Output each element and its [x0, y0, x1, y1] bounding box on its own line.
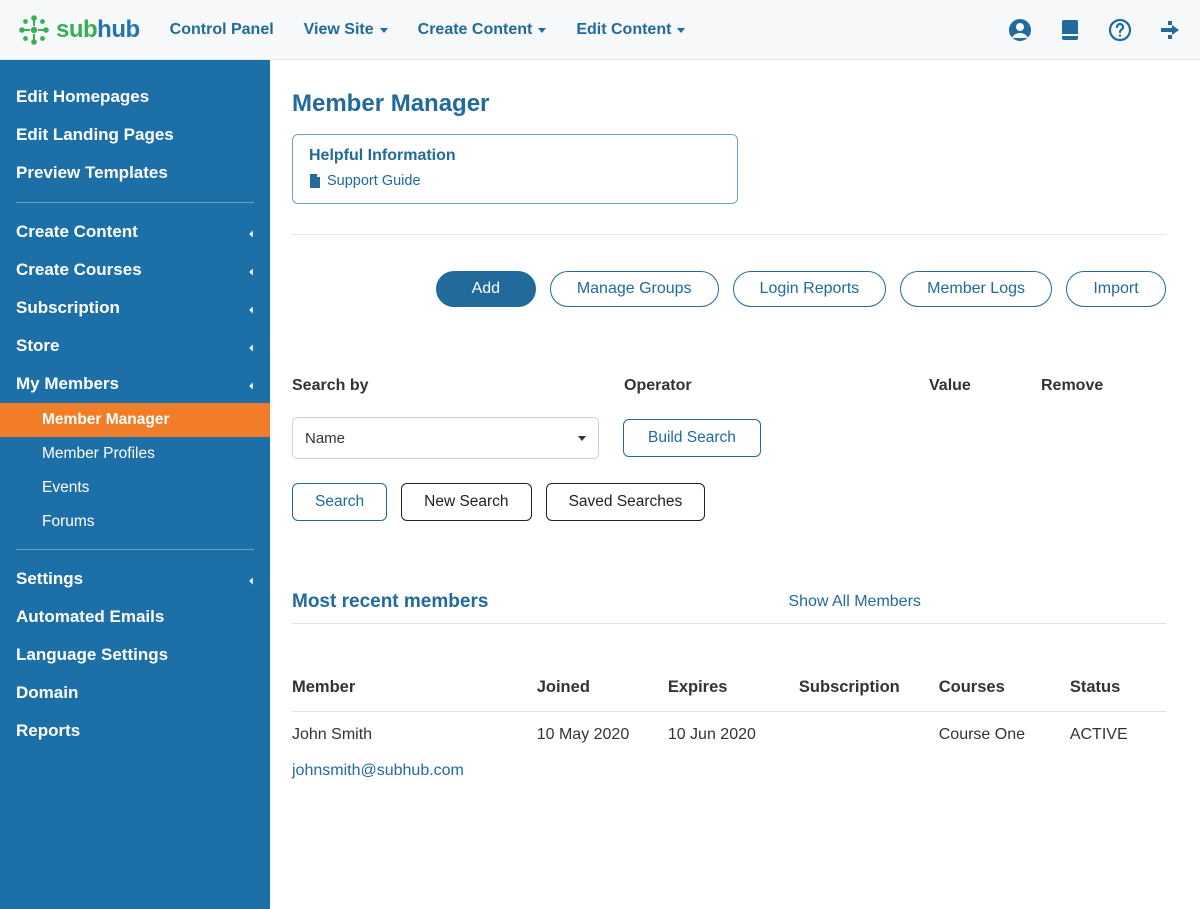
- logo-mark-icon: [18, 14, 50, 46]
- login-reports-button[interactable]: Login Reports: [733, 271, 887, 307]
- divider: [16, 549, 254, 550]
- sidebar-item-edit-landing-pages[interactable]: Edit Landing Pages: [0, 116, 270, 154]
- sidebar-item-create-courses[interactable]: Create Courses: [0, 251, 270, 289]
- help-icon[interactable]: [1108, 18, 1132, 42]
- sidebar-item-edit-homepages[interactable]: Edit Homepages: [0, 78, 270, 116]
- sidebar-subitem-member-profiles[interactable]: Member Profiles: [0, 437, 270, 471]
- logo[interactable]: subhub: [18, 14, 140, 46]
- new-search-button[interactable]: New Search: [401, 483, 531, 521]
- add-button[interactable]: Add: [436, 271, 536, 307]
- show-all-members-link[interactable]: Show All Members: [788, 593, 921, 611]
- cell-expires: 10 Jun 2020: [668, 712, 799, 795]
- nav-edit-content[interactable]: Edit Content: [576, 21, 685, 39]
- sidebar: Edit Homepages Edit Landing Pages Previe…: [0, 60, 270, 909]
- sidebar-item-language-settings[interactable]: Language Settings: [0, 636, 270, 674]
- chevron-left-icon: [244, 227, 254, 237]
- divider: [16, 202, 254, 203]
- sidebar-item-reports[interactable]: Reports: [0, 712, 270, 750]
- chevron-left-icon: [244, 574, 254, 584]
- nav-create-content[interactable]: Create Content: [418, 21, 547, 39]
- chevron-left-icon: [244, 379, 254, 389]
- main-content: Member Manager Helpful Information Suppo…: [270, 60, 1200, 909]
- logout-icon[interactable]: [1158, 18, 1182, 42]
- sidebar-item-settings[interactable]: Settings: [0, 560, 270, 598]
- member-logs-button[interactable]: Member Logs: [900, 271, 1052, 307]
- sidebar-subitem-member-manager[interactable]: Member Manager: [0, 403, 270, 437]
- saved-searches-button[interactable]: Saved Searches: [546, 483, 706, 521]
- select-value: Name: [305, 430, 345, 447]
- chevron-left-icon: [244, 341, 254, 351]
- recent-members-title: Most recent members: [292, 591, 488, 613]
- chevron-left-icon: [244, 265, 254, 275]
- sidebar-item-automated-emails[interactable]: Automated Emails: [0, 598, 270, 636]
- divider: [292, 234, 1166, 235]
- logo-text: subhub: [56, 16, 140, 44]
- info-card: Helpful Information Support Guide: [292, 134, 738, 204]
- sidebar-subitem-forums[interactable]: Forums: [0, 505, 270, 539]
- sidebar-item-store[interactable]: Store: [0, 327, 270, 365]
- topbar: subhub Control Panel View Site Create Co…: [0, 0, 1200, 60]
- sidebar-item-domain[interactable]: Domain: [0, 674, 270, 712]
- cell-joined: 10 May 2020: [537, 712, 668, 795]
- search-by-select[interactable]: Name: [292, 417, 599, 459]
- topbar-actions: [1008, 18, 1182, 42]
- user-icon[interactable]: [1008, 18, 1032, 42]
- sidebar-item-subscription[interactable]: Subscription: [0, 289, 270, 327]
- table-header-row: Member Joined Expires Subscription Cours…: [292, 668, 1166, 712]
- cell-courses: Course One: [939, 712, 1070, 795]
- col-joined: Joined: [537, 668, 668, 712]
- topnav: Control Panel View Site Create Content E…: [170, 21, 686, 39]
- col-courses: Courses: [939, 668, 1070, 712]
- book-icon[interactable]: [1058, 18, 1082, 42]
- import-button[interactable]: Import: [1066, 271, 1166, 307]
- support-guide-link[interactable]: Support Guide: [309, 173, 721, 189]
- col-expires: Expires: [668, 668, 799, 712]
- member-name: John Smith: [292, 726, 537, 744]
- divider: [292, 623, 1166, 624]
- search-button[interactable]: Search: [292, 483, 387, 521]
- sidebar-subitem-events[interactable]: Events: [0, 471, 270, 505]
- header-search-by: Search by: [292, 377, 624, 395]
- sidebar-item-my-members[interactable]: My Members: [0, 365, 270, 403]
- chevron-down-icon: [538, 28, 546, 33]
- sidebar-item-create-content[interactable]: Create Content: [0, 213, 270, 251]
- file-icon: [309, 174, 321, 188]
- build-search-button[interactable]: Build Search: [623, 419, 761, 457]
- sidebar-item-preview-templates[interactable]: Preview Templates: [0, 154, 270, 192]
- chevron-down-icon: [578, 436, 586, 441]
- chevron-down-icon: [677, 28, 685, 33]
- nav-view-site[interactable]: View Site: [304, 21, 388, 39]
- cell-subscription: [799, 712, 939, 795]
- col-member: Member: [292, 668, 537, 712]
- info-card-title: Helpful Information: [309, 147, 721, 165]
- table-row[interactable]: John Smith johnsmith@subhub.com 10 May 2…: [292, 712, 1166, 795]
- header-value: Value: [929, 377, 1041, 395]
- page-title: Member Manager: [292, 90, 1166, 118]
- members-table: Member Joined Expires Subscription Cours…: [292, 668, 1166, 794]
- action-buttons: Add Manage Groups Login Reports Member L…: [292, 271, 1166, 307]
- col-status: Status: [1070, 668, 1166, 712]
- manage-groups-button[interactable]: Manage Groups: [550, 271, 719, 307]
- chevron-left-icon: [244, 303, 254, 313]
- search-section: Search by Operator Value Remove Name Bui…: [292, 377, 1166, 521]
- col-subscription: Subscription: [799, 668, 939, 712]
- chevron-down-icon: [380, 28, 388, 33]
- header-remove: Remove: [1041, 377, 1103, 395]
- header-operator: Operator: [624, 377, 929, 395]
- nav-control-panel[interactable]: Control Panel: [170, 21, 274, 39]
- member-email-link[interactable]: johnsmith@subhub.com: [292, 762, 537, 780]
- cell-status: ACTIVE: [1070, 712, 1166, 795]
